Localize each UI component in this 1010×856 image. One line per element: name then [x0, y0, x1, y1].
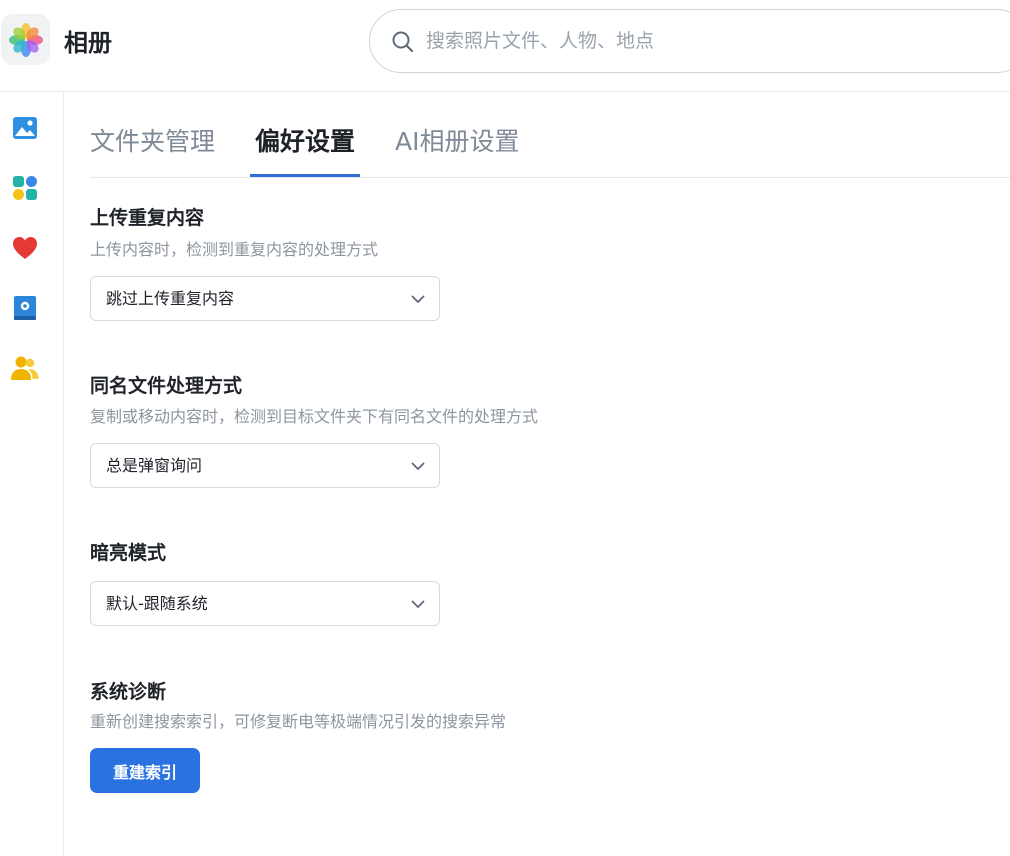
photos-logo-icon — [1, 14, 50, 65]
same-name-description: 复制或移动内容时，检测到目标文件夹下有同名文件的处理方式 — [90, 407, 539, 426]
settings-book-icon — [14, 296, 36, 320]
same-name-title: 同名文件处理方式 — [90, 375, 243, 397]
active-tab-indicator — [250, 174, 360, 177]
diagnosis-title: 系统诊断 — [90, 681, 167, 703]
sidebar — [0, 93, 64, 856]
heart-icon — [13, 237, 37, 259]
app-title: 相册 — [64, 29, 112, 57]
upload-duplicate-value: 跳过上传重复内容 — [106, 289, 235, 308]
chevron-down-icon — [411, 462, 425, 470]
rebuild-index-button[interactable]: 重建索引 — [90, 748, 200, 793]
image-icon — [13, 117, 37, 139]
dark-mode-value: 默认-跟随系统 — [106, 594, 208, 613]
tab-preferences[interactable]: 偏好设置 — [255, 124, 355, 160]
search-box[interactable] — [369, 9, 1010, 73]
search-input[interactable] — [426, 24, 986, 58]
dark-mode-title: 暗亮模式 — [90, 542, 167, 564]
sidebar-item-photos[interactable] — [10, 113, 40, 143]
sidebar-item-settings[interactable] — [10, 293, 40, 323]
same-name-value: 总是弹窗询问 — [106, 456, 203, 475]
dark-mode-select[interactable]: 默认-跟随系统 — [90, 581, 440, 626]
people-icon — [11, 356, 39, 380]
sidebar-item-favorites[interactable] — [10, 233, 40, 263]
chevron-down-icon — [411, 295, 425, 303]
chevron-down-icon — [411, 600, 425, 608]
search-icon — [392, 31, 414, 53]
sidebar-item-albums[interactable] — [10, 173, 40, 203]
albums-icon — [13, 176, 37, 200]
upload-duplicate-title: 上传重复内容 — [90, 207, 205, 229]
upload-duplicate-select[interactable]: 跳过上传重复内容 — [90, 276, 440, 321]
app-header: 相册 — [0, 0, 1010, 92]
sidebar-item-people[interactable] — [10, 353, 40, 383]
diagnosis-description: 重新创建搜索索引，可修复断电等极端情况引发的搜索异常 — [90, 712, 507, 731]
same-name-select[interactable]: 总是弹窗询问 — [90, 443, 440, 488]
upload-duplicate-description: 上传内容时，检测到重复内容的处理方式 — [90, 240, 379, 259]
settings-tabs: 文件夹管理 偏好设置 AI相册设置 — [90, 110, 1010, 178]
tab-folder-management[interactable]: 文件夹管理 — [90, 124, 215, 160]
tab-ai-album-settings[interactable]: AI相册设置 — [395, 124, 519, 160]
